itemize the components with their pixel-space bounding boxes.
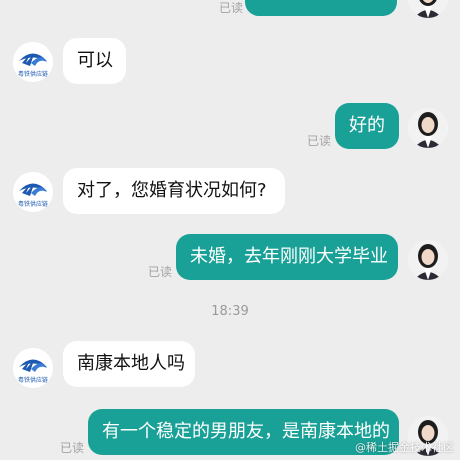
incoming-bubble[interactable]: 对了，您婚育状况如何? (63, 168, 285, 214)
avatar-caption: 粤铁供应链 (17, 71, 48, 78)
outgoing-bubble[interactable]: 有一个稳定的男朋友，是南康本地的 (88, 409, 399, 455)
read-status: 已读 (219, 1, 244, 15)
message-row-in-1: 粤铁供应链 可以 (0, 38, 460, 88)
message-row-out-2: 已读 好的 (0, 103, 460, 153)
incoming-bubble[interactable]: 南康本地人吗 (63, 341, 195, 387)
company-logo-icon[interactable]: 粤铁供应链 (13, 42, 53, 82)
read-status: 已读 (148, 265, 173, 279)
user-avatar-icon[interactable] (408, 0, 448, 18)
company-logo-icon[interactable]: 粤铁供应链 (13, 172, 53, 212)
read-status: 已读 (307, 134, 332, 148)
outgoing-bubble[interactable] (245, 0, 397, 16)
incoming-bubble[interactable]: 可以 (63, 38, 126, 84)
outgoing-bubble[interactable]: 好的 (335, 103, 399, 149)
message-row-in-5: 粤铁供应链 南康本地人吗 (0, 341, 460, 391)
timestamp: 18:39 (211, 304, 249, 319)
message-row-out-4: 已读 未婚，去年刚刚大学毕业 (0, 234, 460, 284)
avatar-caption: 粤铁供应链 (17, 377, 48, 384)
outgoing-bubble[interactable]: 未婚，去年刚刚大学毕业 (176, 234, 398, 280)
message-row-in-3: 粤铁供应链 对了，您婚育状况如何? (0, 168, 460, 218)
user-avatar-icon[interactable] (408, 240, 448, 280)
avatar-caption: 粤铁供应链 (17, 201, 48, 208)
message-row-out-0: 已读 (0, 0, 460, 20)
read-status: 已读 (60, 441, 85, 455)
watermark: @稀土掘金技术社区 (355, 441, 454, 454)
company-logo-icon[interactable]: 粤铁供应链 (13, 348, 53, 388)
user-avatar-icon[interactable] (408, 108, 448, 148)
